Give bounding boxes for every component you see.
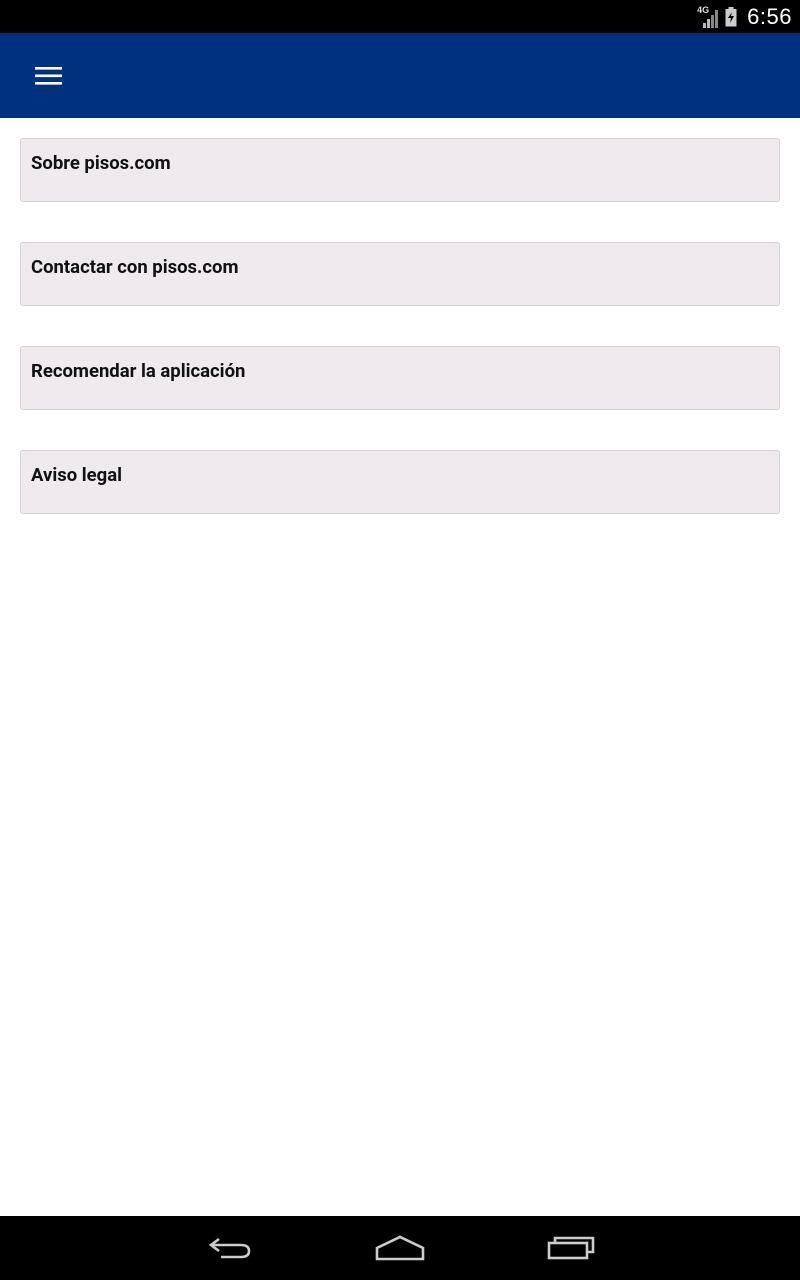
signal-icon: 4G bbox=[697, 5, 719, 28]
recents-button[interactable] bbox=[541, 1226, 601, 1270]
recents-icon bbox=[547, 1236, 595, 1260]
back-button[interactable] bbox=[200, 1226, 260, 1270]
clock-time: 6:56 bbox=[747, 3, 792, 29]
app-bar bbox=[0, 33, 800, 118]
back-icon bbox=[208, 1237, 251, 1259]
menu-item-label: Contactar con pisos.com bbox=[31, 256, 239, 278]
status-bar: 4G 6:56 bbox=[0, 0, 800, 33]
menu-icon bbox=[35, 67, 62, 85]
home-icon bbox=[375, 1235, 425, 1261]
menu-item-label: Aviso legal bbox=[31, 464, 123, 486]
menu-item-legal[interactable]: Aviso legal bbox=[20, 450, 780, 514]
menu-item-contact[interactable]: Contactar con pisos.com bbox=[20, 242, 780, 306]
signal-bars-icon bbox=[703, 9, 719, 28]
menu-item-label: Recomendar la aplicación bbox=[31, 360, 246, 382]
menu-item-label: Sobre pisos.com bbox=[31, 152, 171, 174]
menu-item-about[interactable]: Sobre pisos.com bbox=[20, 138, 780, 202]
menu-button[interactable] bbox=[24, 51, 74, 101]
home-button[interactable] bbox=[370, 1226, 430, 1270]
navigation-bar bbox=[0, 1216, 800, 1280]
menu-item-recommend[interactable]: Recomendar la aplicación bbox=[20, 346, 780, 410]
options-list: Sobre pisos.com Contactar con pisos.com … bbox=[20, 138, 780, 554]
battery-charging-icon bbox=[725, 6, 737, 26]
